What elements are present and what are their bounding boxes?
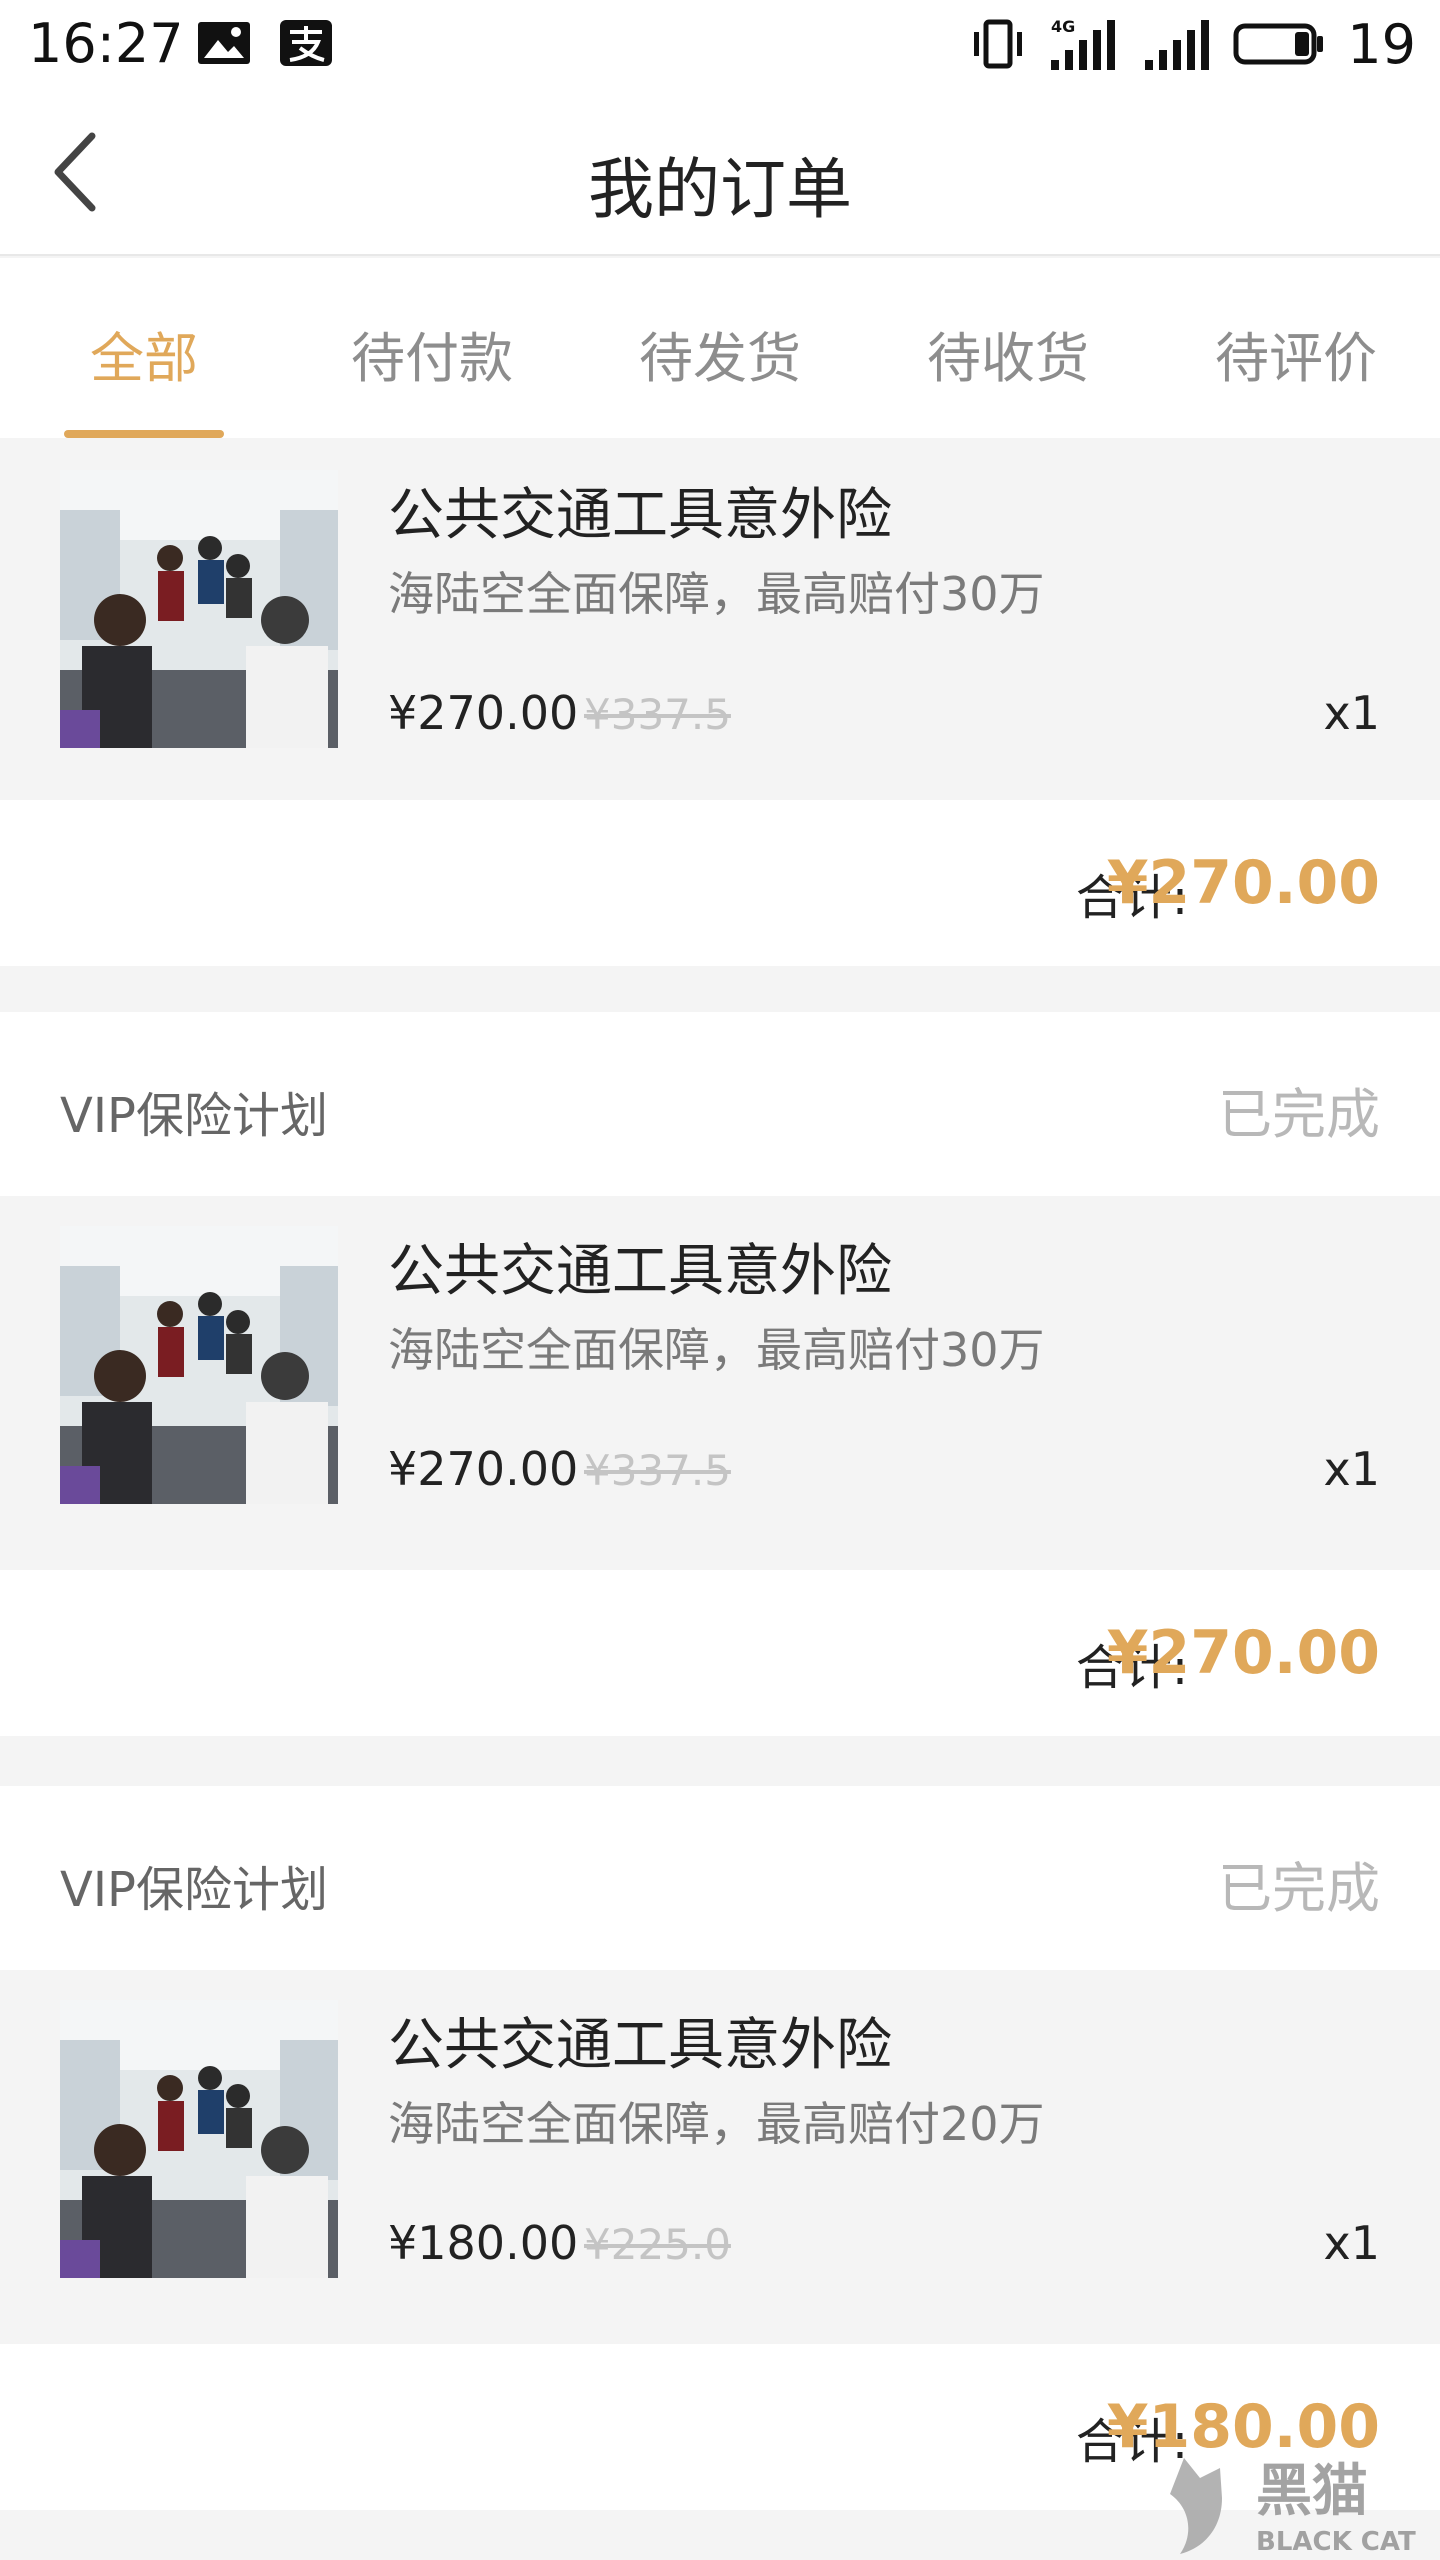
- watermark-en-text: BLACK CAT: [1256, 2527, 1416, 2557]
- product-original-price: ¥337.5: [584, 1446, 731, 1495]
- tab-pending-receipt[interactable]: 待收货: [864, 258, 1152, 438]
- product-item[interactable]: 公共交通工具意外险 海陆空全面保障，最高赔付30万 ¥270.00 ¥337.5…: [0, 440, 1440, 800]
- product-description: 海陆空全面保障，最高赔付20万: [388, 2097, 1045, 2151]
- product-price: ¥180.00: [388, 2216, 579, 2270]
- product-item[interactable]: 公共交通工具意外险 海陆空全面保障，最高赔付20万 ¥180.00 ¥225.0…: [0, 1970, 1440, 2330]
- header: 我的订单: [0, 88, 1440, 256]
- product-thumbnail: [60, 470, 338, 748]
- tab-pending-payment[interactable]: 待付款: [288, 258, 576, 438]
- product-original-price: ¥225.0: [584, 2220, 731, 2269]
- order-total-row: 合计: ¥270.00: [0, 800, 1440, 966]
- order-shop-name: VIP保险计划: [60, 1862, 328, 1918]
- order-tabs: 全部 待付款 待发货 待收货 待评价: [0, 258, 1440, 438]
- total-amount: ¥270.00: [1106, 848, 1380, 918]
- tab-all[interactable]: 全部: [0, 258, 288, 438]
- product-original-price: ¥337.5: [584, 690, 731, 739]
- order-status: 已完成: [1218, 1857, 1380, 1920]
- tab-pending-shipment[interactable]: 待发货: [576, 258, 864, 438]
- blackcat-watermark-logo: 黑猫 BLACK CAT: [1170, 2458, 1416, 2557]
- status-icons: 4G 19: [971, 12, 1416, 76]
- product-thumbnail: [60, 1226, 338, 1504]
- order-header[interactable]: VIP保险计划 已完成: [0, 1786, 1440, 1970]
- image-icon: [198, 22, 250, 64]
- product-price: ¥270.00: [388, 1442, 579, 1496]
- order-shop-name: VIP保险计划: [60, 1088, 328, 1144]
- product-quantity: x1: [1323, 1442, 1381, 1496]
- signal-icon: [1145, 20, 1210, 70]
- product-description: 海陆空全面保障，最高赔付30万: [388, 567, 1045, 621]
- product-name: 公共交通工具意外险: [388, 2013, 892, 2078]
- battery-icon: [1233, 23, 1324, 65]
- product-description: 海陆空全面保障，最高赔付30万: [388, 1323, 1045, 1377]
- order-total-row: 合计: ¥270.00: [0, 1570, 1440, 1736]
- page-title: 我的订单: [588, 151, 852, 228]
- product-thumbnail: [60, 2000, 338, 2278]
- order-header[interactable]: VIP保险计划 已完成: [0, 1012, 1440, 1196]
- order-status: 已完成: [1218, 1083, 1380, 1146]
- status-time: 16:27: [28, 12, 184, 75]
- product-name: 公共交通工具意外险: [388, 1239, 892, 1304]
- product-price: ¥270.00: [388, 686, 579, 740]
- tab-pending-review[interactable]: 待评价: [1152, 258, 1440, 438]
- total-amount: ¥270.00: [1106, 1618, 1380, 1688]
- alipay-icon: [280, 20, 332, 66]
- vibrate-icon: [974, 19, 1023, 69]
- battery-level: 19: [1347, 12, 1416, 76]
- signal-4g-icon: 4G: [1051, 17, 1116, 70]
- product-quantity: x1: [1323, 2216, 1381, 2270]
- active-tab-indicator: [64, 430, 224, 438]
- product-item[interactable]: 公共交通工具意外险 海陆空全面保障，最高赔付30万 ¥270.00 ¥337.5…: [0, 1196, 1440, 1556]
- watermark-cn-text: 黑猫: [1256, 2459, 1368, 2524]
- product-quantity: x1: [1323, 686, 1381, 740]
- product-name: 公共交通工具意外险: [388, 483, 892, 548]
- network-label: 4G: [1051, 17, 1075, 36]
- status-bar: 16:27 4G 19: [0, 0, 1440, 88]
